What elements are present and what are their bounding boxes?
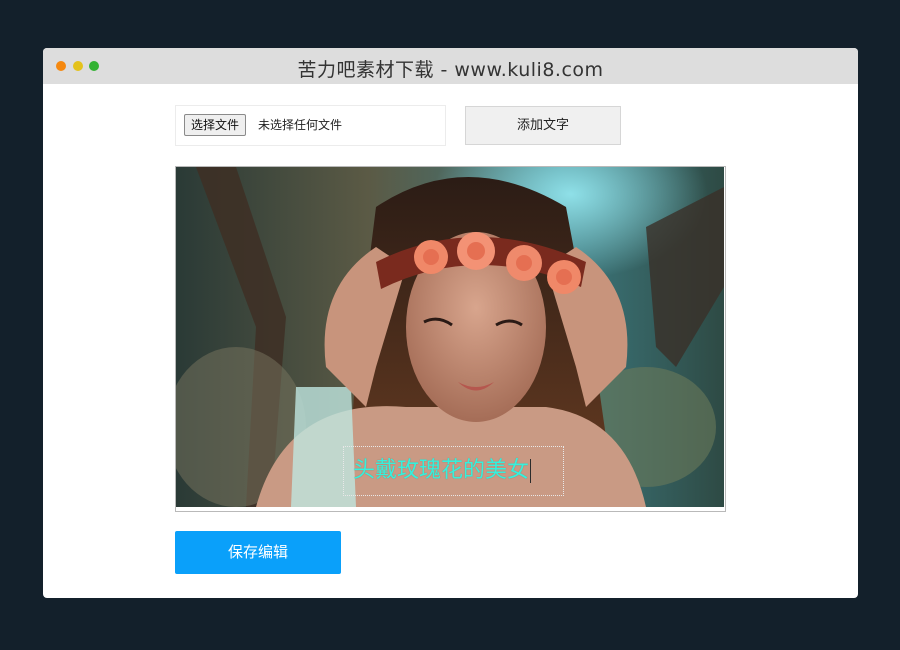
image-canvas[interactable]: 头戴玫瑰花的美女 — [175, 166, 726, 512]
window-title: 苦力吧素材下载 - www.kuli8.com — [297, 59, 604, 81]
overlay-text[interactable]: 头戴玫瑰花的美女 — [353, 457, 532, 485]
file-status-text: 未选择任何文件 — [258, 118, 343, 132]
add-text-button[interactable]: 添加文字 — [465, 106, 621, 145]
overlay-text-content: 头戴玫瑰花的美女 — [353, 458, 530, 483]
choose-file-button[interactable]: 选择文件 — [184, 114, 247, 136]
file-input[interactable]: 选择文件 未选择任何文件 — [175, 105, 446, 146]
save-edit-button[interactable]: 保存编辑 — [175, 531, 341, 574]
title-bar: 苦力吧素材下载 - www.kuli8.com — [43, 48, 858, 84]
app-window: 苦力吧素材下载 - www.kuli8.com 选择文件 未选择任何文件 添加文… — [43, 48, 858, 598]
text-caret — [530, 459, 532, 483]
text-overlay-box[interactable]: 头戴玫瑰花的美女 — [343, 446, 564, 496]
